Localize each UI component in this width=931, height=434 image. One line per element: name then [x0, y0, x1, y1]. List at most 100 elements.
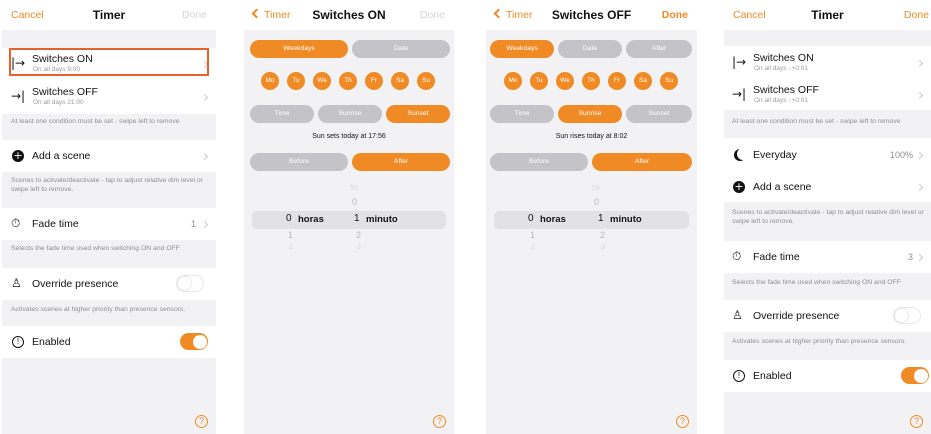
day-toggle-mo[interactable]: Mo	[261, 72, 279, 90]
presence-icon: ♙	[732, 308, 743, 322]
switches-off-row[interactable]: →| Switches OFF On all days ↑+0:01	[724, 80, 931, 110]
override-presence-toggle[interactable]	[893, 307, 921, 324]
tab-after[interactable]: After	[352, 153, 450, 171]
enabled-label: Enabled	[753, 370, 792, 382]
plus-circle-icon: +	[12, 149, 24, 162]
presence-icon: ♙	[11, 276, 22, 290]
scenes-hint: Scenes to activate/deactivate - tap to a…	[732, 209, 924, 225]
chevron-right-icon	[200, 220, 209, 229]
everyday-scene-row[interactable]: Everyday 100%	[724, 140, 931, 170]
override-presence-label: Override presence	[32, 278, 119, 290]
done-button[interactable]: Done	[662, 9, 688, 21]
day-toggle-fr[interactable]: Fr	[365, 72, 383, 90]
enabled-toggle[interactable]	[901, 367, 929, 384]
picker-minutes-next: 2	[600, 230, 606, 240]
picker-minutes-prev: 0	[594, 197, 600, 207]
done-button[interactable]: Done	[904, 9, 929, 21]
chevron-right-icon	[200, 152, 209, 161]
day-toggle-tu[interactable]: Tu	[287, 72, 305, 90]
switches-on-row[interactable]: |→ Switches ON On all days ↓+0:01	[724, 48, 931, 78]
switches-off-title: Switches OFF	[753, 84, 819, 96]
day-toggle-th[interactable]: Th	[339, 72, 357, 90]
chevron-right-icon	[200, 93, 209, 102]
tab-weekdays[interactable]: Weekdays	[490, 40, 554, 58]
override-presence-row: ♙ Override presence	[724, 300, 931, 332]
help-icon[interactable]: ?	[676, 415, 689, 428]
day-toggle-fr[interactable]: Fr	[608, 72, 626, 90]
picker-selection-band	[252, 211, 446, 229]
switches-off-screen: Timer Switches OFF Done Weekdays Date Af…	[486, 0, 697, 434]
picker-hours-value: 0	[286, 213, 292, 224]
page-title: Timer	[811, 8, 844, 22]
timer-icon: ⏱	[732, 249, 742, 263]
picker-minutes-next: 2	[356, 230, 362, 240]
override-hint: Activates scenes at higher priority than…	[732, 338, 907, 345]
switches-on-screen: Timer Switches ON Done Weekdays Date Mo T…	[244, 0, 454, 434]
picker-minutes-label: minuto	[610, 214, 642, 225]
picker-minutes-prev: 0	[352, 197, 358, 207]
tab-sunrise[interactable]: Sunrise	[318, 105, 382, 123]
add-scene-label: Add a scene	[753, 181, 812, 193]
day-toggle-tu[interactable]: Tu	[530, 72, 548, 90]
fade-time-value: 1	[190, 219, 196, 229]
enabled-row: ! Enabled	[2, 326, 216, 358]
enabled-toggle[interactable]	[180, 333, 208, 350]
picker-hours-next2: 2	[531, 244, 535, 251]
tab-after[interactable]: After	[592, 153, 692, 171]
day-toggle-sa[interactable]: Sa	[634, 72, 652, 90]
tab-sunrise[interactable]: Sunrise	[558, 105, 622, 123]
switch-off-icon: →|	[11, 89, 26, 103]
add-scene-row[interactable]: + Add a scene	[724, 172, 931, 202]
scenes-hint: Scenes to activate/deactivate - tap to a…	[11, 177, 203, 193]
enabled-row: ! Enabled	[724, 360, 931, 392]
picker-minutes-value: 1	[354, 213, 360, 224]
condition-hint: At least one condition must be set - swi…	[732, 118, 901, 125]
override-presence-label: Override presence	[753, 310, 840, 322]
day-toggle-we[interactable]: We	[313, 72, 331, 90]
info-icon: !	[12, 336, 24, 348]
chevron-right-icon	[915, 183, 924, 192]
picker-hours-label: horas	[540, 214, 566, 225]
switch-off-icon: →|	[732, 87, 747, 101]
day-toggle-su[interactable]: Su	[417, 72, 435, 90]
tab-date[interactable]: Date	[558, 40, 622, 58]
picker-minutes-value: 1	[598, 213, 604, 224]
picker-hours-label: horas	[298, 214, 324, 225]
timer-screen: Cancel Timer Done |→ Switches ON On all …	[2, 0, 216, 434]
enabled-label: Enabled	[32, 336, 71, 348]
fade-time-row[interactable]: ⏱ Fade time 1	[2, 208, 216, 240]
switches-off-row[interactable]: →| Switches OFF On all days 21:00	[2, 82, 216, 112]
fade-time-row[interactable]: ⏱ Fade time 3	[724, 241, 931, 273]
timer-screen-configured: Cancel Timer Done |→ Switches ON On all …	[724, 0, 931, 434]
everyday-label: Everyday	[753, 149, 797, 161]
fade-hint: Selects the fade time used when switchin…	[732, 279, 901, 286]
tab-time[interactable]: Time	[250, 105, 314, 123]
navigation-bar: Timer Switches OFF Done	[486, 0, 697, 30]
tab-sunset[interactable]: Sunset	[386, 105, 450, 123]
tab-time[interactable]: Time	[490, 105, 554, 123]
tab-before[interactable]: Before	[250, 153, 348, 171]
day-toggle-we[interactable]: We	[556, 72, 574, 90]
chevron-right-icon	[915, 151, 924, 160]
day-toggle-mo[interactable]: Mo	[504, 72, 522, 90]
override-hint: Activates scenes at higher priority than…	[11, 306, 186, 313]
fade-time-label: Fade time	[32, 218, 79, 230]
tab-after-date[interactable]: After	[626, 40, 692, 58]
tab-sunset[interactable]: Sunset	[626, 105, 692, 123]
day-toggle-th[interactable]: Th	[582, 72, 600, 90]
tab-before[interactable]: Before	[490, 153, 588, 171]
day-toggle-su[interactable]: Su	[660, 72, 678, 90]
help-icon[interactable]: ?	[433, 415, 446, 428]
day-toggle-sa[interactable]: Sa	[391, 72, 409, 90]
override-presence-toggle[interactable]	[176, 275, 204, 292]
done-button[interactable]: Done	[182, 9, 207, 21]
picker-hours-next: 1	[288, 230, 294, 240]
tab-weekdays[interactable]: Weekdays	[250, 40, 348, 58]
help-icon[interactable]: ?	[195, 415, 208, 428]
chevron-right-icon	[915, 91, 924, 100]
tab-date[interactable]: Date	[352, 40, 450, 58]
done-button[interactable]: Done	[420, 9, 445, 21]
add-scene-label: Add a scene	[32, 150, 91, 162]
help-icon[interactable]: ?	[910, 415, 923, 428]
add-scene-row[interactable]: + Add a scene	[2, 140, 216, 172]
